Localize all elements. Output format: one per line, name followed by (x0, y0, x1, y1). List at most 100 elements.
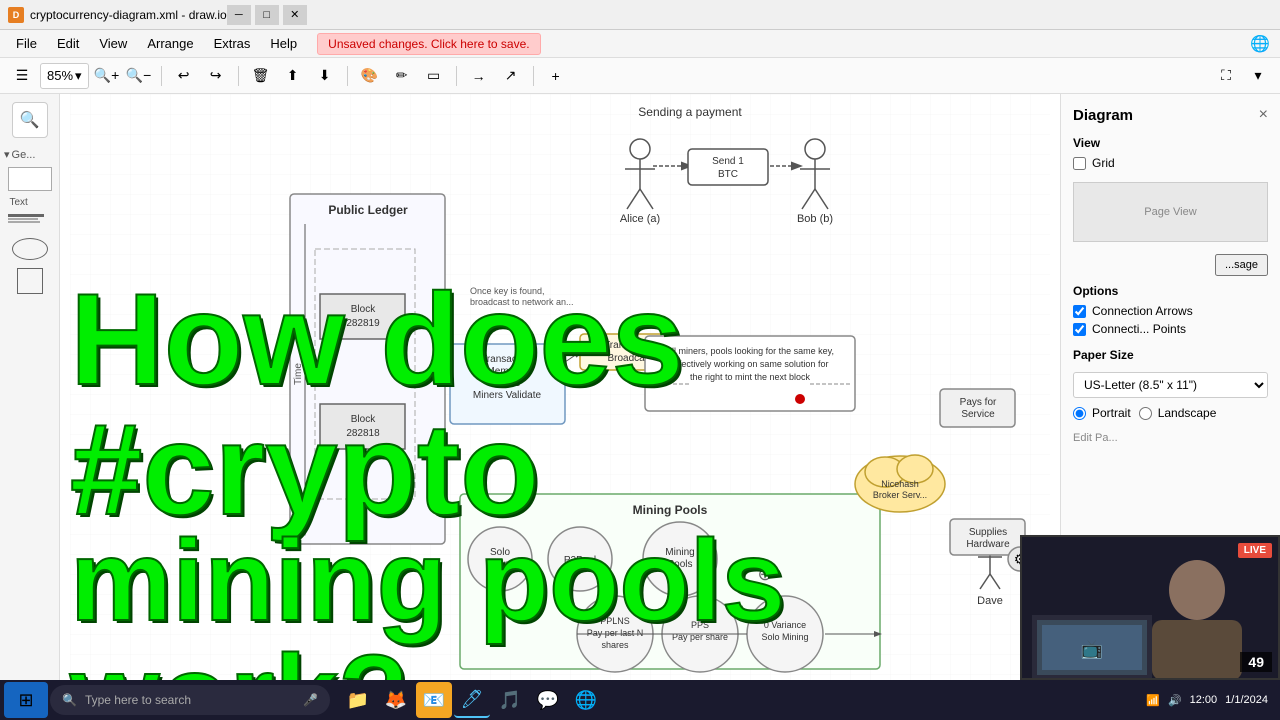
taskbar-search[interactable]: 🔍 Type here to search 🎤 (50, 685, 330, 715)
svg-text:Mining: Mining (665, 547, 694, 558)
connection-points-row: Connecti... Points (1073, 322, 1268, 336)
svg-text:n Tx's: n Tx's (494, 378, 520, 389)
taskbar-app-media[interactable]: 🎵 (492, 682, 528, 718)
svg-text:BTC: BTC (718, 169, 738, 180)
edit-page-section: Edit Pa... (1073, 432, 1268, 444)
svg-text:Block: Block (351, 414, 376, 425)
panel-close-button[interactable]: × (1259, 106, 1268, 124)
svg-text:Mining Pools: Mining Pools (633, 503, 708, 517)
menu-file[interactable]: File (8, 33, 45, 54)
toolbar-separator-2 (238, 66, 239, 86)
connection-arrows-checkbox[interactable] (1073, 305, 1086, 318)
shape-button[interactable]: ▭ (420, 62, 448, 90)
svg-text:Dave: Dave (977, 595, 1003, 607)
svg-text:Pays for: Pays for (960, 397, 997, 408)
collapse-shapes-button[interactable]: ▾Ge... (0, 146, 59, 163)
taskbar: ⊞ 🔍 Type here to search 🎤 📁 🦊 📧 🖊 🎵 💬 🌐 … (0, 680, 1280, 720)
unsaved-changes-button[interactable]: Unsaved changes. Click here to save. (317, 33, 540, 55)
menu-edit[interactable]: Edit (49, 33, 87, 54)
svg-text:Miners Validate: Miners Validate (473, 390, 542, 401)
connection-points-label: Connecti... Points (1092, 322, 1186, 336)
menu-extras[interactable]: Extras (206, 33, 259, 54)
menu-help[interactable]: Help (262, 33, 305, 54)
zoom-out-button[interactable]: 🔍− (125, 62, 153, 90)
taskbar-app-chrome[interactable]: 🌐 (568, 682, 604, 718)
page-view-preview: Page View (1073, 182, 1268, 242)
portrait-radio[interactable] (1073, 407, 1086, 420)
svg-text:Broker Serv...: Broker Serv... (873, 490, 927, 500)
delete-button[interactable]: 🗑 (247, 62, 275, 90)
view-section: View Grid (1073, 136, 1268, 170)
toolbar-separator-5 (533, 66, 534, 86)
fill-color-button[interactable]: 🎨 (356, 62, 384, 90)
redo-button[interactable]: ↪ (202, 62, 230, 90)
taskbar-app-drawio[interactable]: 🖊 (454, 682, 490, 718)
search-sidebar-button[interactable]: 🔍 (12, 102, 48, 138)
maximize-button[interactable]: □ (255, 5, 279, 25)
zoom-dropdown-icon[interactable]: ▾ (75, 68, 82, 84)
undo-button[interactable]: ↩ (170, 62, 198, 90)
taskbar-app-firefox[interactable]: 🦊 (378, 682, 414, 718)
svg-text:PPS: PPS (691, 620, 709, 630)
svg-text:Time: Time (293, 363, 304, 385)
svg-text:PPLNS: PPLNS (600, 616, 630, 626)
taskbar-apps: 📁 🦊 📧 🖊 🎵 💬 🌐 (340, 682, 604, 718)
menu-arrange[interactable]: Arrange (139, 33, 201, 54)
svg-text:effectively working on same so: effectively working on same solution for (672, 359, 829, 369)
waypoint-button[interactable]: ↗ (497, 62, 525, 90)
search-icon: 🔍 (62, 693, 77, 707)
minimize-button[interactable]: ─ (227, 5, 251, 25)
svg-text:Supplies: Supplies (969, 527, 1007, 538)
svg-text:Mempool: Mempool (486, 366, 527, 377)
toolbar-separator-4 (456, 66, 457, 86)
taskbar-app-mail[interactable]: 📧 (416, 682, 452, 718)
shape-square[interactable] (17, 268, 43, 294)
connector-button[interactable]: → (465, 62, 493, 90)
svg-text:⊕: ⊕ (757, 564, 772, 584)
connection-points-checkbox[interactable] (1073, 323, 1086, 336)
fullscreen-button[interactable]: ⛶ (1212, 62, 1240, 90)
svg-text:Send 1: Send 1 (712, 156, 744, 167)
to-front-button[interactable]: ⬆ (279, 62, 307, 90)
mic-icon: 🎤 (303, 693, 318, 707)
grid-label: Grid (1092, 156, 1115, 170)
paper-size-select[interactable]: US-Letter (8.5" x 11") (1073, 372, 1268, 398)
app-icon: D (8, 7, 24, 23)
connection-arrows-label: Connection Arrows (1092, 304, 1193, 318)
toolbar-separator-1 (161, 66, 162, 86)
start-button[interactable]: ⊞ (4, 682, 48, 718)
collapse-button[interactable]: ▾ (1244, 62, 1272, 90)
taskbar-app-explorer[interactable]: 📁 (340, 682, 376, 718)
insert-button[interactable]: + (542, 62, 570, 90)
to-back-button[interactable]: ⬇ (311, 62, 339, 90)
svg-text:Once key is found,: Once key is found, (470, 286, 545, 296)
options-section-title: Options (1073, 284, 1268, 298)
svg-text:Public Ledger: Public Ledger (328, 203, 408, 217)
shape-ellipse[interactable] (12, 238, 48, 260)
options-section: Options Connection Arrows Connecti... Po… (1073, 284, 1268, 336)
menubar: File Edit View Arrange Extras Help Unsav… (0, 30, 1280, 58)
toolbar-right: ⛶ ▾ (1212, 62, 1272, 90)
sidebar-toggle-button[interactable]: ☰ (8, 62, 36, 90)
left-sidebar: 🔍 ▾Ge... Text (0, 94, 60, 690)
tray-time: 12:00 (1190, 694, 1218, 706)
zoom-in-button[interactable]: 🔍+ (93, 62, 121, 90)
svg-text:282818: 282818 (346, 428, 380, 439)
taskbar-app-chat[interactable]: 💬 (530, 682, 566, 718)
menu-view[interactable]: View (91, 33, 135, 54)
line-color-button[interactable]: ✏ (388, 62, 416, 90)
grid-checkbox[interactable] (1073, 157, 1086, 170)
landscape-radio[interactable] (1139, 407, 1152, 420)
portrait-radio-row: Portrait (1073, 406, 1131, 420)
svg-text:P2Pool: P2Pool (564, 555, 596, 566)
page-view-button[interactable]: ...sage (1215, 254, 1268, 276)
grid-checkbox-row: Grid (1073, 156, 1268, 170)
globe-icon[interactable]: 🌐 (1248, 32, 1272, 56)
panel-header: Diagram × (1073, 106, 1268, 124)
shape-rectangle-1[interactable] (8, 167, 52, 191)
canvas-area[interactable]: Sending a payment Alice (a) Send 1 BTC B… (60, 94, 1060, 690)
panel-title: Diagram (1073, 107, 1133, 124)
toolbar: ☰ 85% ▾ 🔍+ 🔍− ↩ ↪ 🗑 ⬆ ⬇ 🎨 ✏ ▭ → ↗ + ⛶ ▾ (0, 58, 1280, 94)
close-button[interactable]: ✕ (283, 5, 307, 25)
portrait-label: Portrait (1092, 406, 1131, 420)
